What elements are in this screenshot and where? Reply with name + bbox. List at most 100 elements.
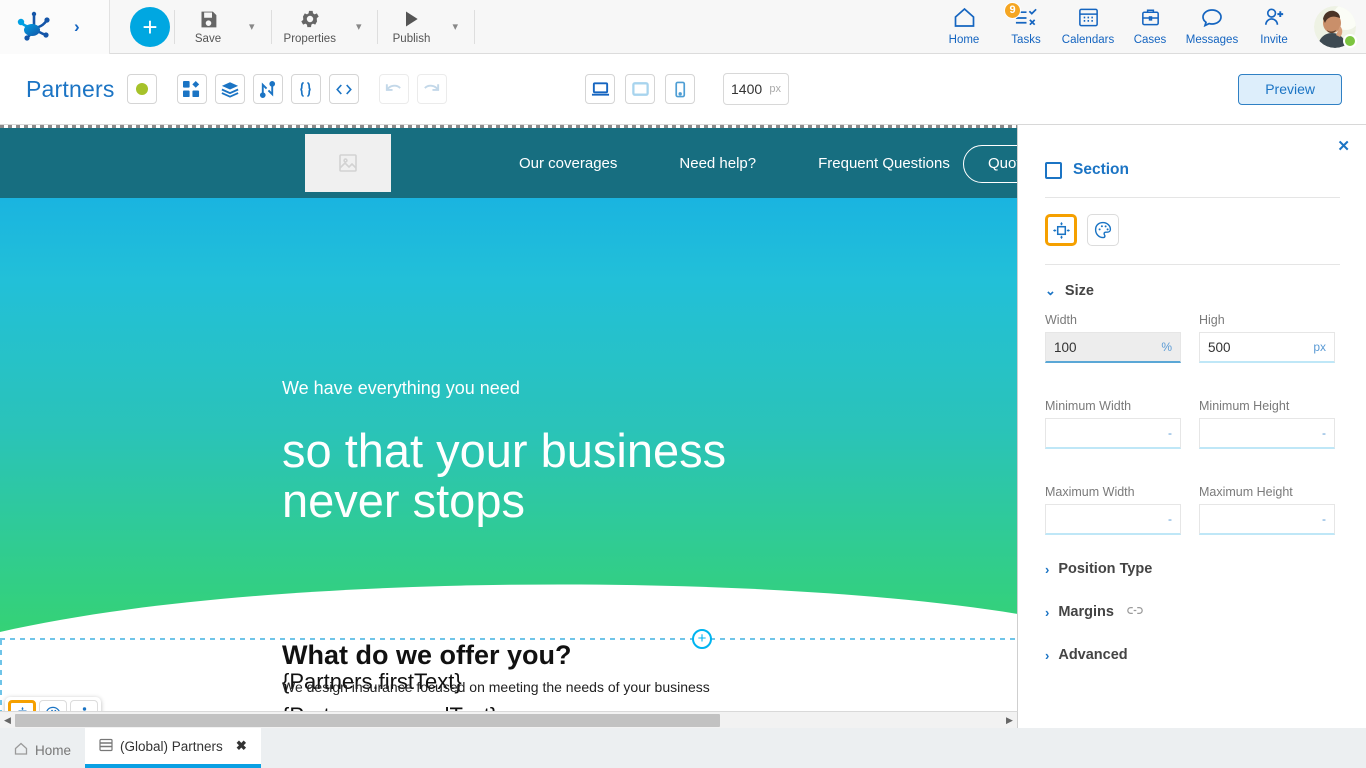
bottom-tab-bar: Home (Global) Partners ✖ xyxy=(0,728,1366,768)
play-icon xyxy=(401,7,421,31)
field-min-height-input[interactable]: - xyxy=(1199,418,1335,449)
site-nav-link-coverages[interactable]: Our coverages xyxy=(519,155,617,172)
widgets-button[interactable] xyxy=(176,74,207,104)
size-fields-row-3: Maximum Width - Maximum Height - xyxy=(1019,485,1366,535)
publish-group: Publish ▾ xyxy=(382,0,470,54)
avatar[interactable] xyxy=(1314,5,1357,48)
field-high: High 500 px xyxy=(1199,313,1335,363)
canvas[interactable]: Our coverages Need help? Frequent Questi… xyxy=(0,125,1018,711)
field-min-width-unit: - xyxy=(1168,426,1172,440)
publish-button[interactable]: Publish xyxy=(382,0,440,54)
hero-section[interactable]: We have everything you need so that your… xyxy=(0,198,1017,660)
briefcase-icon xyxy=(1139,6,1162,33)
canvas-horizontal-scrollbar[interactable]: ◀ ▶ xyxy=(0,711,1018,728)
kebab-menu-icon xyxy=(82,707,86,711)
undo-button[interactable] xyxy=(378,74,409,104)
properties-button[interactable]: Properties xyxy=(276,0,344,54)
undo-icon xyxy=(385,84,401,91)
canvas-width-input[interactable]: 1400 px xyxy=(723,73,789,105)
field-high-label: High xyxy=(1199,313,1225,327)
layers-button[interactable] xyxy=(214,74,245,104)
link-chain-icon[interactable] xyxy=(1127,603,1143,621)
nav-tasks[interactable]: 9 Tasks xyxy=(996,1,1056,52)
chevron-down-icon: ⌄ xyxy=(1045,283,1056,298)
home-outline-icon xyxy=(14,742,28,758)
site-nav-cta-button[interactable]: Quote xyxy=(963,145,1017,183)
offer-title: What do we offer you? xyxy=(282,640,572,670)
device-toggle-group: 1400 px xyxy=(585,73,789,105)
site-nav-links: Our coverages Need help? Frequent Questi… xyxy=(519,155,950,172)
hero-title-line-1: so that your business xyxy=(282,424,727,477)
move-layout-button[interactable] xyxy=(8,700,36,711)
element-floating-toolbar xyxy=(5,697,101,711)
tab-home[interactable]: Home xyxy=(0,732,85,768)
flow-button[interactable] xyxy=(252,74,283,104)
app-logo-icon[interactable] xyxy=(16,11,52,43)
chat-bubble-icon xyxy=(1200,6,1224,33)
margins-section-header[interactable]: › Margins xyxy=(1019,603,1366,621)
field-width-input[interactable]: 100 % xyxy=(1045,332,1181,363)
redo-button[interactable] xyxy=(416,74,447,104)
top-toolbar: › + Save ▾ Properties ▾ Publish ▾ Home 9… xyxy=(0,0,1366,54)
properties-dropdown-caret[interactable]: ▾ xyxy=(344,20,374,33)
nav-cases[interactable]: Cases xyxy=(1120,2,1180,52)
close-icon[interactable]: ✕ xyxy=(1337,137,1350,155)
nav-calendars[interactable]: Calendars xyxy=(1058,2,1118,52)
chevron-right-icon[interactable]: › xyxy=(74,18,80,35)
advanced-label: Advanced xyxy=(1058,647,1128,663)
tasks-badge: 9 xyxy=(1004,1,1021,19)
tab-style[interactable] xyxy=(1087,214,1119,246)
site-nav-link-faq[interactable]: Frequent Questions xyxy=(818,155,950,172)
field-width-label: Width xyxy=(1045,313,1077,327)
site-navigation-bar[interactable]: Our coverages Need help? Frequent Questi… xyxy=(0,128,1017,198)
page-status-indicator[interactable] xyxy=(126,74,157,104)
desktop-icon xyxy=(591,82,609,96)
nav-home[interactable]: Home xyxy=(934,2,994,52)
tab-layout[interactable] xyxy=(1045,214,1077,246)
gear-icon xyxy=(299,7,321,31)
position-type-label: Position Type xyxy=(1058,561,1153,577)
add-button[interactable]: + xyxy=(130,6,170,47)
scroll-right-arrow-icon[interactable]: ▶ xyxy=(1002,715,1017,726)
device-desktop-button[interactable] xyxy=(585,74,615,104)
user-add-icon xyxy=(1262,6,1287,33)
publish-dropdown-caret[interactable]: ▾ xyxy=(440,20,470,33)
tab-global-partners[interactable]: (Global) Partners ✖ xyxy=(85,728,261,768)
site-nav-link-help[interactable]: Need help? xyxy=(679,155,756,172)
size-fields-row-2: Minimum Width - Minimum Height - xyxy=(1019,399,1366,449)
field-max-width-unit: - xyxy=(1168,512,1172,526)
advanced-section-header[interactable]: › Advanced xyxy=(1019,647,1366,663)
scrollbar-thumb[interactable] xyxy=(15,713,720,727)
nav-invite[interactable]: Invite xyxy=(1244,2,1304,52)
image-placeholder-icon[interactable] xyxy=(305,134,391,192)
code-button[interactable] xyxy=(328,74,359,104)
braces-button[interactable] xyxy=(290,74,321,104)
online-status-dot xyxy=(1343,33,1357,48)
close-icon[interactable]: ✖ xyxy=(236,738,247,754)
field-max-height-input[interactable]: - xyxy=(1199,504,1335,535)
device-mobile-button[interactable] xyxy=(665,74,695,104)
field-max-height-unit: - xyxy=(1322,512,1326,526)
scroll-left-arrow-icon[interactable]: ◀ xyxy=(0,715,15,726)
device-tablet-button[interactable] xyxy=(625,74,655,104)
size-section-label: Size xyxy=(1064,283,1094,299)
field-max-width-label: Maximum Width xyxy=(1045,485,1135,499)
nav-messages[interactable]: Messages xyxy=(1182,2,1242,52)
field-min-width-input[interactable]: - xyxy=(1045,418,1181,449)
nav-tasks-label: Tasks xyxy=(1011,34,1041,47)
section-box-icon xyxy=(1045,161,1062,179)
scrollbar-track[interactable] xyxy=(15,712,1002,729)
add-section-button[interactable]: + xyxy=(692,629,712,649)
chevron-right-icon: › xyxy=(1045,604,1050,620)
size-section-header[interactable]: ⌄ Size xyxy=(1019,283,1366,299)
field-width-unit: % xyxy=(1161,340,1172,354)
style-palette-button[interactable] xyxy=(39,700,67,711)
field-max-width-input[interactable]: - xyxy=(1045,504,1181,535)
position-type-section-header[interactable]: › Position Type xyxy=(1019,561,1366,577)
save-button[interactable]: Save xyxy=(179,0,237,54)
preview-button[interactable]: Preview xyxy=(1238,73,1342,105)
save-dropdown-caret[interactable]: ▾ xyxy=(237,20,267,33)
field-high-input[interactable]: 500 px xyxy=(1199,332,1335,363)
redo-icon xyxy=(424,84,440,91)
more-options-button[interactable] xyxy=(70,700,98,711)
